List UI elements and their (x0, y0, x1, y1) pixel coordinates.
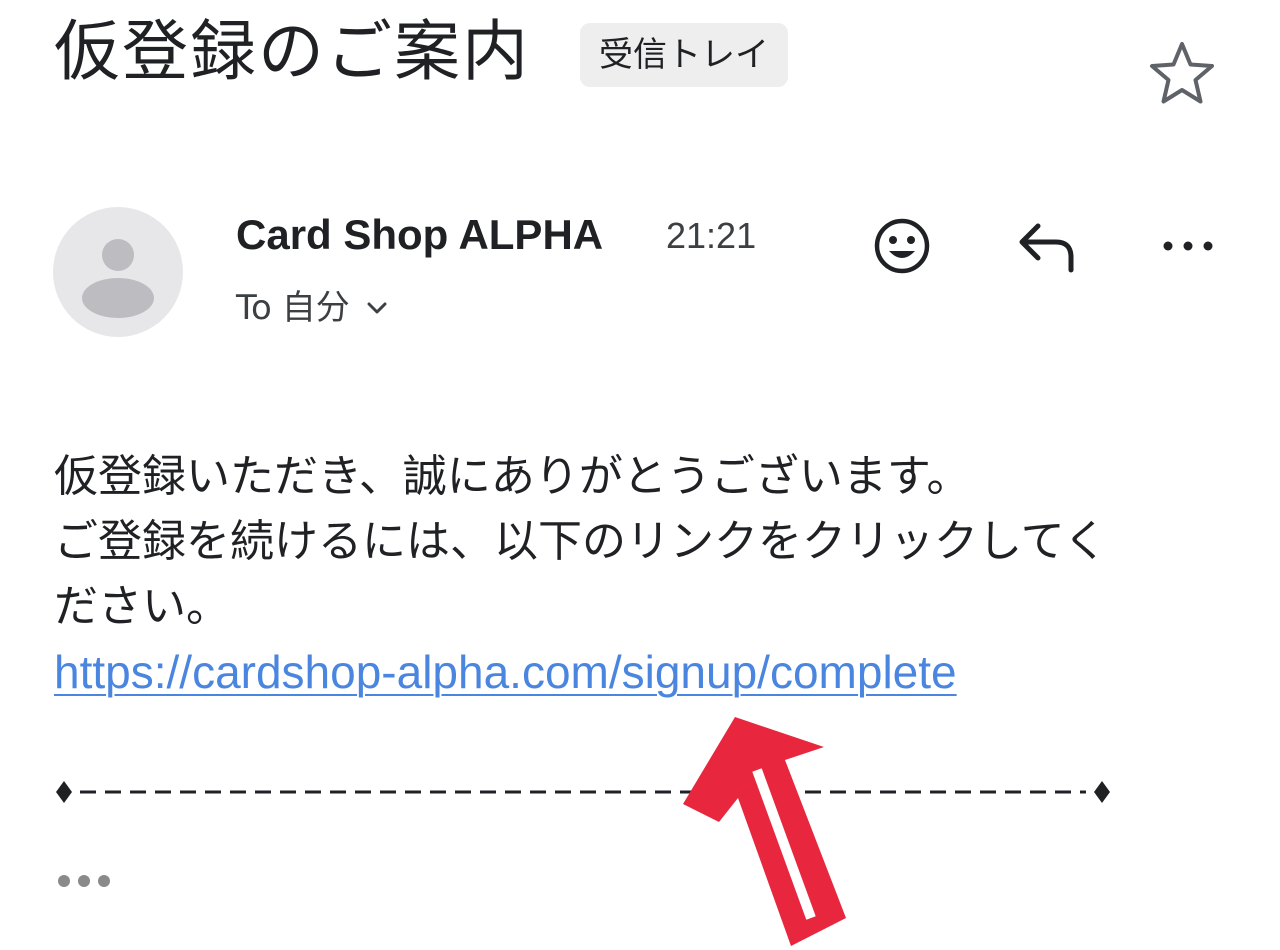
ellipsis-icon[interactable] (56, 868, 116, 894)
email-body: 仮登録いただき、誠にありがとうございます。 ご登録を続けるには、以下のリンクをク… (54, 444, 1244, 639)
reply-icon (1019, 223, 1074, 273)
chevron-down-icon (367, 302, 387, 314)
more-options-button[interactable] (1156, 228, 1220, 264)
email-time: 21:21 (666, 215, 757, 256)
inbox-label-chip[interactable]: 受信トレイ (580, 23, 788, 87)
star-icon[interactable] (1146, 38, 1218, 110)
reply-button[interactable] (1010, 214, 1082, 278)
recipient-prefix: To (236, 288, 272, 328)
email-subject: 仮登録のご案内 (54, 13, 530, 90)
body-line: ご登録を続けるには、以下のリンクをクリックしてく (54, 516, 1108, 567)
more-horizontal-icon (1163, 241, 1213, 251)
body-line: 仮登録いただき、誠にありがとうございます。 (54, 451, 971, 502)
body-line: ださい。 (54, 581, 230, 632)
sender-avatar[interactable] (53, 207, 183, 337)
recipient-name: 自分 (281, 288, 350, 328)
signup-complete-link[interactable]: https://cardshop-alpha.com/signup/comple… (54, 640, 957, 704)
recipient-toggle[interactable]: To 自分 (236, 283, 388, 333)
sender-name[interactable]: Card Shop ALPHA (236, 208, 603, 262)
emoji-reaction-button[interactable] (870, 214, 934, 278)
person-icon (82, 239, 154, 318)
smiley-icon (874, 218, 930, 274)
dashed-divider (56, 781, 1110, 803)
